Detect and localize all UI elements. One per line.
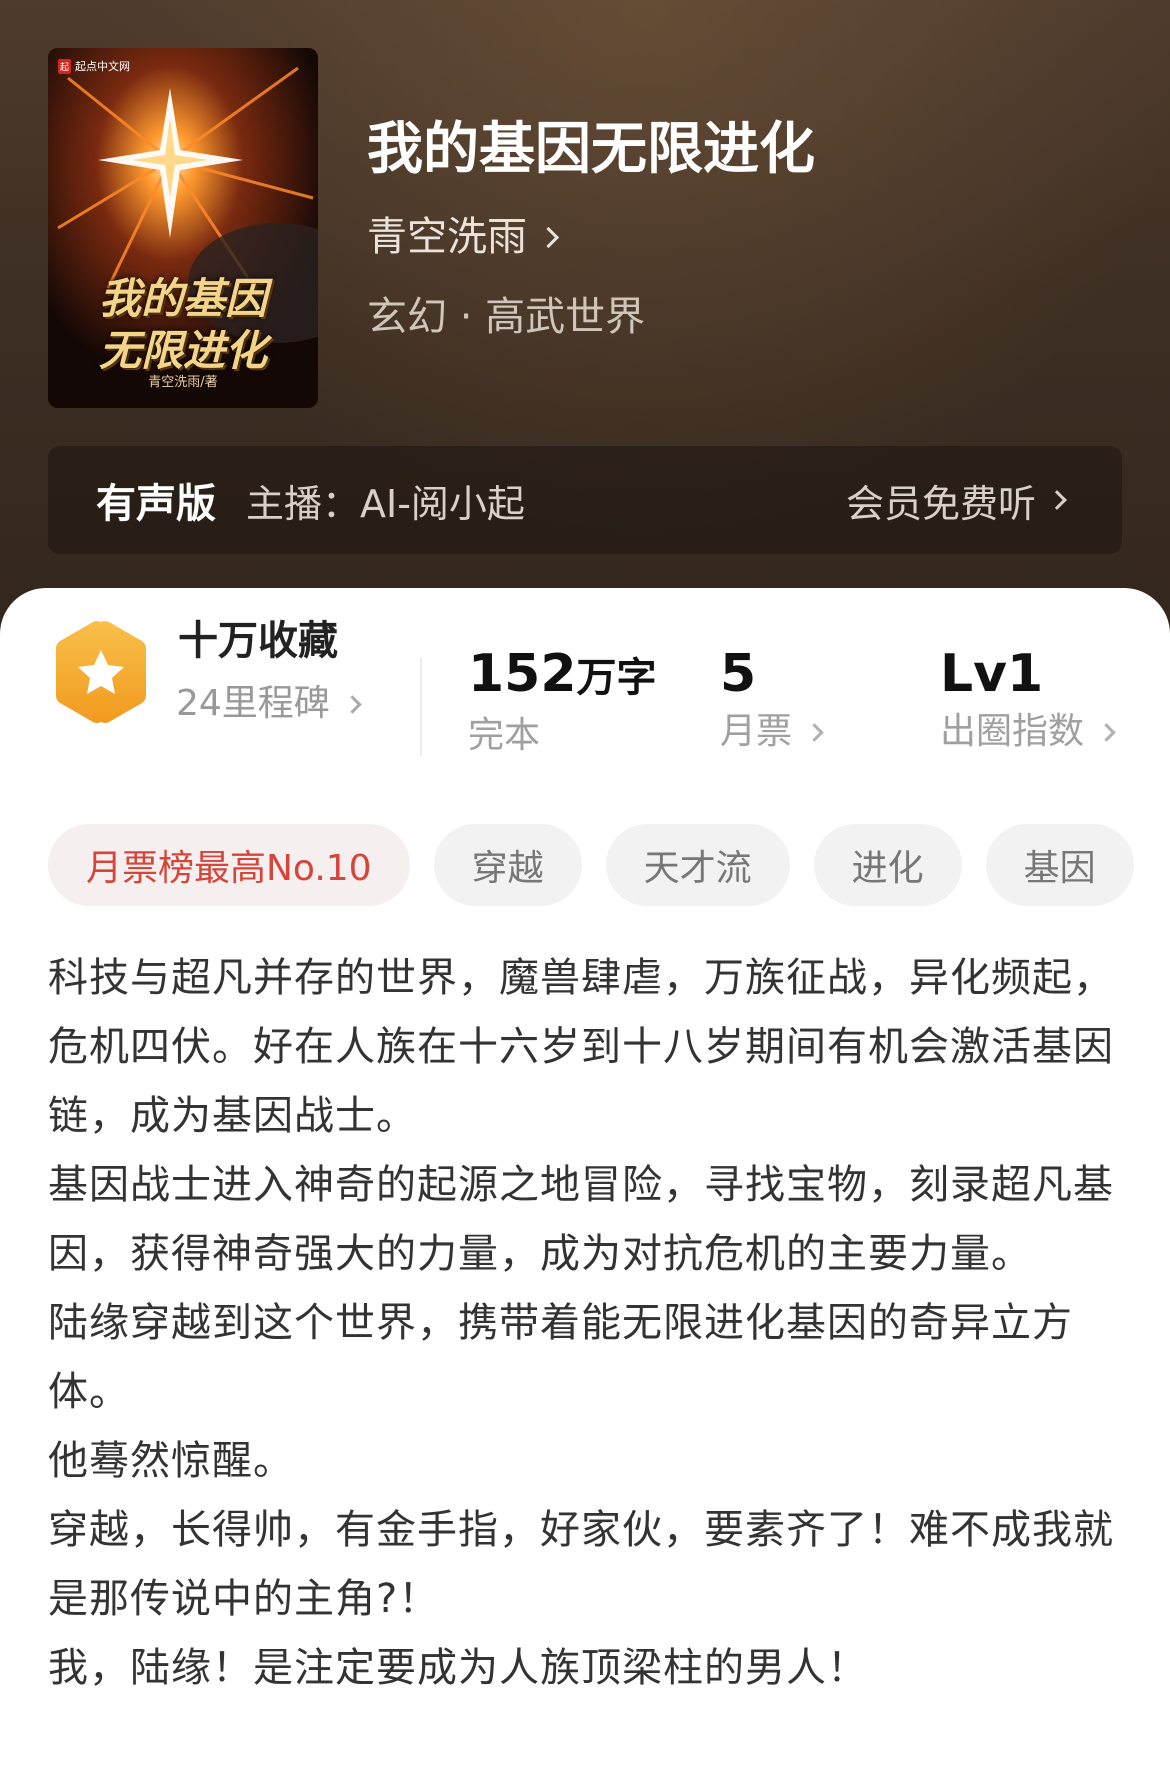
synopsis-paragraph: 陆缘穿越到这个世界，携带着能无限进化基因的奇异立方体。 [48, 1300, 1073, 1415]
synopsis-paragraph: 穿越，长得帅，有金手指，好家伙，要素齐了！难不成我就是那传说中的主角?！ [48, 1507, 1114, 1622]
word-count-stat: 152万字 完本 [468, 644, 657, 758]
synopsis-paragraph: 基因战士进入神奇的起源之地冒险，寻找宝物，刻录超凡基因，获得神奇强大的力量，成为… [48, 1162, 1114, 1277]
tag-item[interactable]: 进化 [813, 824, 962, 906]
popularity-index-label: 出圈指数 [940, 711, 1085, 752]
publisher-name: 起点中文网 [75, 60, 131, 73]
chevron-right-icon [1047, 490, 1067, 510]
monthly-ticket-label: 月票 [720, 711, 793, 752]
author-name: 青空洗雨 [367, 214, 527, 260]
free-listen-label: 会员免费听 [845, 481, 1036, 526]
tag-item[interactable]: 基因 [985, 824, 1134, 906]
book-title: 我的基因无限进化 [367, 117, 815, 182]
tag-rank[interactable]: 月票榜最高No.10 [48, 824, 410, 906]
synopsis-paragraph: 我，陆缘！是注定要成为人族顶梁柱的男人！ [48, 1645, 868, 1691]
tag-list: 月票榜最高No.10 穿越 天才流 进化 基因 [48, 824, 1134, 906]
monthly-ticket-stat[interactable]: 5 月票 [720, 644, 824, 754]
tag-item[interactable]: 天才流 [605, 824, 790, 906]
milestone-title: 十万收藏 [178, 618, 338, 664]
milestone-subtitle: 24里程碑 [176, 683, 330, 724]
author-link[interactable]: 青空洗雨 [367, 212, 560, 262]
chevron-right-icon [343, 694, 362, 714]
chevron-right-icon [537, 226, 560, 248]
book-genre: 玄幻 · 高武世界 [367, 294, 646, 340]
star-icon [56, 621, 146, 723]
synopsis-paragraph: 他蓦然惊醒。 [48, 1438, 294, 1484]
cover-title-line1: 我的基因 [98, 274, 267, 323]
audio-host: 主播：AI-阅小起 [246, 481, 525, 526]
book-info-card: 十万收藏 24里程碑 152万字 完本 5 月票 Lv1 出圈指数 月票榜最高N… [0, 588, 1170, 1771]
word-count-unit: 万字 [576, 655, 657, 701]
publisher-mark: 起 [58, 58, 72, 74]
audio-edition-banner[interactable]: 有声版 主播：AI-阅小起 会员免费听 [48, 446, 1122, 554]
cover-author-credit: 青空洗雨/著 [148, 375, 218, 390]
cover-title: 我的基因 无限进化 [58, 273, 308, 377]
chevron-right-icon [1097, 722, 1116, 742]
cover-publisher-logo: 起 起点中文网 [58, 58, 130, 74]
tag-item[interactable]: 穿越 [433, 824, 582, 906]
cover-title-line2: 无限进化 [98, 326, 267, 375]
milestone-link[interactable]: 24里程碑 [176, 682, 362, 726]
monthly-ticket-value: 5 [720, 644, 757, 704]
book-synopsis: 科技与超凡并存的世界，魔兽肆虐，万族征战，异化频起，危机四伏。好在人族在十六岁到… [48, 944, 1128, 1703]
popularity-index-stat[interactable]: Lv1 出圈指数 [940, 644, 1116, 754]
free-listen-button[interactable]: 会员免费听 [845, 473, 1067, 528]
divider [420, 658, 422, 756]
completion-status: 完本 [468, 715, 541, 756]
synopsis-paragraph: 科技与超凡并存的世界，魔兽肆虐，万族征战，异化频起，危机四伏。好在人族在十六岁到… [48, 955, 1114, 1139]
book-cover[interactable]: 起 起点中文网 我的基因 无限进化 青空洗雨/著 [48, 48, 318, 408]
chevron-right-icon [805, 722, 824, 742]
popularity-level-value: Lv1 [940, 644, 1044, 704]
audio-badge: 有声版 [96, 481, 216, 527]
word-count-value: 152 [468, 644, 577, 704]
